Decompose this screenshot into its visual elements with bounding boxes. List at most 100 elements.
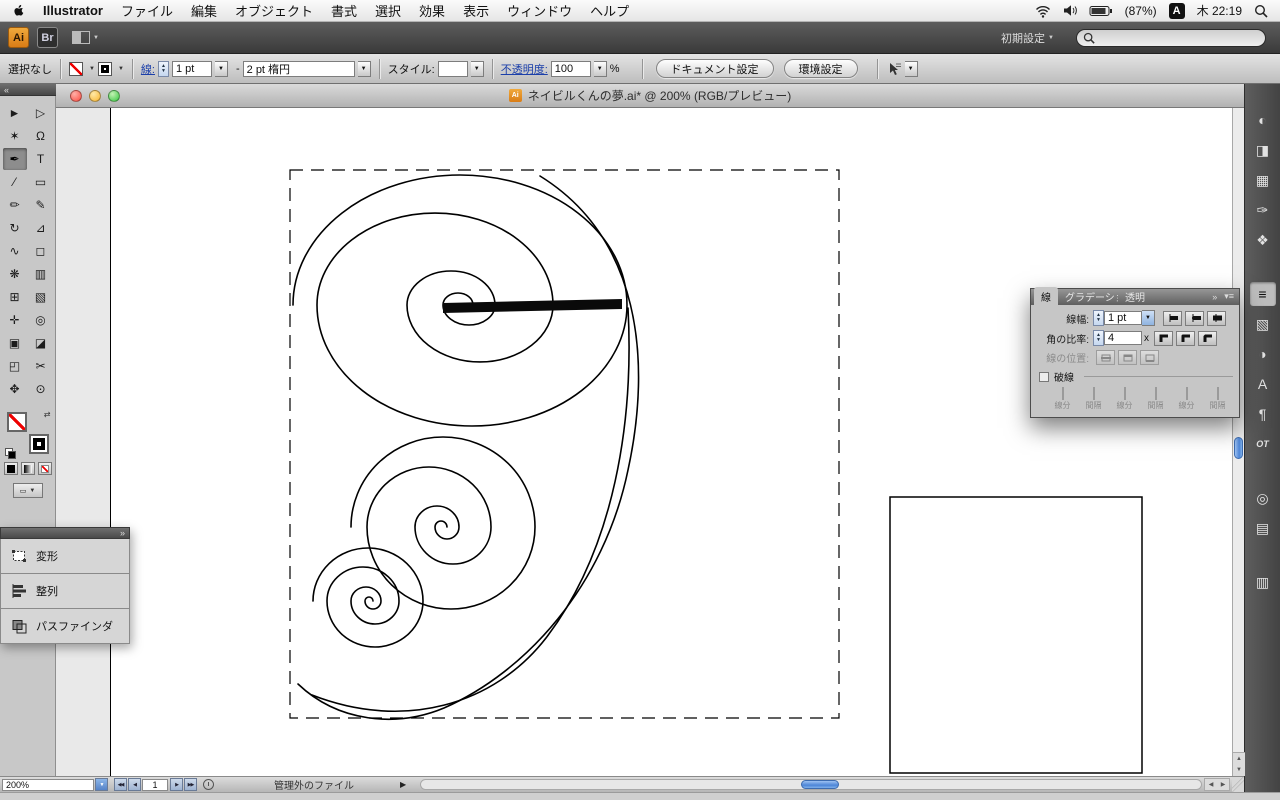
arrange-documents-button[interactable]: ▼ [72,31,99,44]
rectangle-object[interactable] [890,497,1142,773]
collapse-dock-icon[interactable]: « [4,85,9,95]
minimize-window-button[interactable] [89,90,101,102]
clock-status-icon[interactable] [203,779,214,790]
dash-field-2[interactable] [1124,387,1126,400]
color-button[interactable] [4,462,18,475]
vertical-scroll-thumb[interactable] [1234,437,1243,459]
dash-field-1[interactable] [1062,387,1064,400]
projecting-cap-button[interactable] [1207,311,1226,326]
links-panel-icon[interactable]: ▥ [1250,570,1276,594]
default-fill-stroke-icon[interactable] [5,448,15,456]
previous-artboard-button[interactable]: ◀ [128,778,141,791]
paragraph-panel-icon[interactable]: ¶ [1250,402,1276,426]
round-join-button[interactable] [1176,331,1195,346]
paintbrush-tool[interactable]: ✏ [3,194,27,216]
symbol-sprayer-tool[interactable]: ❋ [3,263,27,285]
vertical-scroll-arrows[interactable]: ▲▼ [1233,752,1245,776]
search-field[interactable] [1076,29,1266,47]
align-stroke-outside-button[interactable] [1140,350,1159,365]
flyout-header[interactable]: » [0,527,130,539]
selection-options-dropdown[interactable]: ▼ [905,61,918,77]
live-paint-selection-tool[interactable]: ◪ [29,332,53,354]
bevel-join-button[interactable] [1198,331,1217,346]
next-artboard-button[interactable]: ▶ [170,778,183,791]
window-resize-grip[interactable] [1232,776,1244,792]
zoom-dropdown[interactable]: ▼ [95,778,108,791]
stroke-panel-link[interactable]: 線: [141,61,155,77]
scale-tool[interactable]: ⊿ [29,217,53,239]
menu-edit[interactable]: 編集 [191,1,217,20]
swatches-panel-icon[interactable]: ▦ [1250,168,1276,192]
tail-outer-curve[interactable] [298,176,639,719]
pencil-tool[interactable]: ✎ [29,194,53,216]
line-segment-tool[interactable]: ⁄ [3,171,27,193]
canvas-area[interactable] [56,108,1232,776]
panel-item-align[interactable]: 整列 [0,574,130,609]
stroke-weight-field[interactable]: 1 pt [1104,311,1142,325]
stroke-panel-icon[interactable]: ≡ [1250,282,1276,306]
preferences-button[interactable]: 環境設定 [784,59,858,78]
gap-field-1[interactable] [1093,387,1095,400]
pen-tool[interactable]: ✒ [3,148,27,170]
round-cap-button[interactable] [1185,311,1204,326]
close-window-button[interactable] [70,90,82,102]
status-flyout-icon[interactable]: ▶ [400,780,406,789]
attributes-panel-icon[interactable]: ◎ [1250,486,1276,510]
menu-window[interactable]: ウィンドウ [507,1,572,20]
panel-item-transform[interactable]: 変形 [0,539,130,574]
fill-swatch[interactable] [69,62,83,76]
menu-help[interactable]: ヘルプ [590,1,629,20]
direct-selection-tool[interactable]: ▷ [29,102,53,124]
magic-wand-tool[interactable]: ✶ [3,125,27,147]
zoom-window-button[interactable] [108,90,120,102]
none-button[interactable] [38,462,52,475]
dashed-line-checkbox[interactable] [1039,372,1049,382]
tab-gradient[interactable]: グラデーション [1058,287,1118,305]
tools-dock-header[interactable]: « [0,84,56,96]
selection-tool[interactable]: ► [3,102,27,124]
chevron-down-icon[interactable]: ▼ [118,66,124,72]
gradient-tool[interactable]: ▧ [29,286,53,308]
document-setup-button[interactable]: ドキュメント設定 [656,59,774,78]
panel-collapse-icon[interactable]: » [1212,292,1217,302]
align-stroke-inside-button[interactable] [1118,350,1137,365]
opacity-panel-link[interactable]: 不透明度: [501,61,548,77]
menu-object[interactable]: オブジェクト [235,1,313,20]
menu-file[interactable]: ファイル [121,1,173,20]
menu-type[interactable]: 書式 [331,1,357,20]
graph-tool[interactable]: ▥ [29,263,53,285]
input-source-badge[interactable]: A [1169,3,1185,19]
selection-options-icon[interactable] [886,61,902,77]
mesh-tool[interactable]: ⊞ [3,286,27,308]
horizontal-scroll-arrows[interactable]: ◀▶ [1204,778,1230,791]
stroke-width-dropdown[interactable]: ▼ [215,61,228,77]
thick-bar-object[interactable] [443,299,622,313]
tab-stroke[interactable]: 線 [1034,287,1058,305]
hand-tool[interactable]: ✥ [3,378,27,400]
apple-menu-icon[interactable] [12,3,25,18]
stroke-weight-dropdown[interactable]: ▼ [1142,310,1155,326]
stroke-width-stepper[interactable]: ▲▼ [158,61,169,77]
workspace-switcher[interactable]: 初期設定▼ [1001,30,1054,46]
miter-join-button[interactable] [1154,331,1173,346]
chevron-down-icon[interactable]: ▼ [89,66,95,72]
zoom-tool[interactable]: ⊙ [29,378,53,400]
horizontal-scroll-thumb[interactable] [801,780,839,789]
free-transform-tool[interactable]: ◻ [29,240,53,262]
app-menu-illustrator[interactable]: Illustrator [43,3,103,18]
lasso-tool[interactable]: Ω [29,125,53,147]
artwork-layer[interactable] [56,108,1232,776]
wifi-icon[interactable] [1035,4,1051,18]
gap-field-2[interactable] [1155,387,1157,400]
battery-icon[interactable] [1089,5,1113,17]
fill-color-swatch[interactable] [7,412,27,432]
stroke-width-field[interactable]: 1 pt [172,61,212,77]
panel-menu-icon[interactable]: ▾≡ [1224,291,1234,302]
bridge-app-icon[interactable]: Br [37,27,58,48]
brush-definition-field[interactable]: 2 pt 楕円 [243,61,355,77]
live-paint-bucket-tool[interactable]: ▣ [3,332,27,354]
screen-mode-button[interactable]: ▭▼ [13,483,43,498]
last-artboard-button[interactable]: ▶▶ [184,778,197,791]
layers-panel-icon[interactable]: ▤ [1250,516,1276,540]
menu-view[interactable]: 表示 [463,1,489,20]
